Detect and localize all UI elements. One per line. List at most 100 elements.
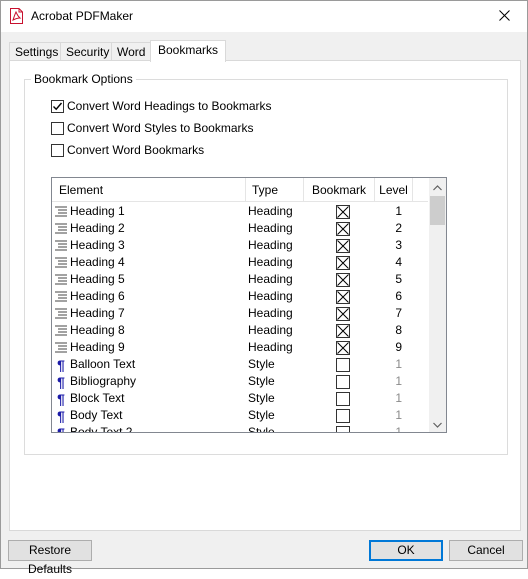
bookmark-elements-list[interactable]: Element Type Bookmark Level Heading 1 Hea… (51, 177, 447, 433)
scroll-up-button[interactable] (429, 178, 446, 195)
type-cell: Heading (248, 204, 293, 218)
list-item[interactable]: Heading 5 Heading 5 (52, 271, 428, 288)
paragraph-icon: ¶ (57, 407, 65, 424)
bookmark-checkbox[interactable] (336, 239, 350, 253)
bookmark-checkbox[interactable] (336, 324, 350, 338)
element-name: Heading 9 (70, 340, 125, 354)
type-cell: Style (248, 357, 275, 371)
type-cell: Style (248, 374, 275, 388)
element-cell: ¶ Body Text 2 (54, 424, 244, 432)
column-header-bookmark[interactable]: Bookmark (304, 178, 375, 202)
level-cell: 1 (395, 357, 402, 371)
list-item[interactable]: ¶ Balloon Text Style 1 (52, 356, 428, 373)
convert-headings-label: Convert Word Headings to Bookmarks (67, 99, 272, 113)
level-cell: 7 (395, 306, 402, 320)
type-cell: Style (248, 408, 275, 422)
element-name: Heading 6 (70, 289, 125, 303)
bookmark-checkbox[interactable] (336, 358, 350, 372)
window-title: Acrobat PDFMaker (31, 9, 134, 23)
bookmark-cell (336, 392, 350, 406)
tab-bookmarks[interactable]: Bookmarks (150, 40, 227, 62)
type-cell: Heading (248, 221, 293, 235)
convert-bookmarks-option[interactable]: Convert Word Bookmarks (51, 142, 204, 158)
bookmark-checkbox[interactable] (336, 341, 350, 355)
heading-icon (55, 325, 67, 336)
restore-defaults-button[interactable]: Restore Defaults (8, 540, 92, 576)
list-item[interactable]: Heading 6 Heading 6 (52, 288, 428, 305)
list-header: Element Type Bookmark Level (52, 178, 428, 202)
convert-styles-checkbox[interactable] (51, 121, 64, 135)
type-cell: Style (248, 425, 275, 433)
heading-icon (55, 257, 67, 268)
list-item[interactable]: ¶ Body Text 2 Style 1 (52, 424, 428, 433)
element-name: Block Text (70, 391, 125, 405)
tab-security[interactable]: Security (60, 42, 116, 61)
element-cell: Heading 4 (54, 254, 244, 271)
chevron-down-icon (433, 417, 442, 431)
column-header-level[interactable]: Level (375, 178, 413, 202)
element-name: Heading 1 (70, 204, 125, 218)
element-cell: Heading 3 (54, 237, 244, 254)
bookmark-checkbox[interactable] (336, 392, 350, 406)
convert-bookmarks-label: Convert Word Bookmarks (67, 143, 205, 157)
tab-word[interactable]: Word (111, 42, 152, 61)
list-item[interactable]: Heading 8 Heading 8 (52, 322, 428, 339)
cancel-button[interactable]: Cancel (449, 540, 523, 561)
convert-headings-checkbox[interactable] (51, 99, 64, 113)
list-item[interactable]: Heading 9 Heading 9 (52, 339, 428, 356)
bookmark-x-icon (337, 291, 349, 303)
list-item[interactable]: ¶ Block Text Style 1 (52, 390, 428, 407)
element-cell: ¶ Body Text (54, 407, 244, 424)
list-item[interactable]: ¶ Body Text Style 1 (52, 407, 428, 424)
ok-button[interactable]: OK (369, 540, 443, 561)
list-item[interactable]: Heading 7 Heading 7 (52, 305, 428, 322)
convert-headings-option[interactable]: Convert Word Headings to Bookmarks (51, 98, 272, 114)
convert-styles-label: Convert Word Styles to Bookmarks (67, 121, 254, 135)
type-cell: Heading (248, 238, 293, 252)
list-item[interactable]: Heading 4 Heading 4 (52, 254, 428, 271)
list-item[interactable]: Heading 1 Heading 1 (52, 203, 428, 220)
paragraph-icon: ¶ (57, 390, 65, 407)
list-item[interactable]: Heading 2 Heading 2 (52, 220, 428, 237)
element-name: Body Text (70, 408, 123, 422)
bookmark-checkbox[interactable] (336, 205, 350, 219)
element-name: Heading 8 (70, 323, 125, 337)
convert-bookmarks-checkbox[interactable] (51, 143, 64, 157)
convert-styles-option[interactable]: Convert Word Styles to Bookmarks (51, 120, 254, 136)
bookmark-x-icon (337, 325, 349, 337)
element-cell: Heading 7 (54, 305, 244, 322)
bookmark-checkbox[interactable] (336, 375, 350, 389)
column-header-type[interactable]: Type (246, 178, 304, 202)
scroll-down-button[interactable] (429, 415, 446, 432)
type-cell: Style (248, 391, 275, 405)
title-bar: Acrobat PDFMaker (1, 1, 527, 32)
bookmark-checkbox[interactable] (336, 409, 350, 423)
list-item[interactable]: ¶ Bibliography Style 1 (52, 373, 428, 390)
bookmark-checkbox[interactable] (336, 307, 350, 321)
bookmark-checkbox[interactable] (336, 222, 350, 236)
bookmark-checkbox[interactable] (336, 273, 350, 287)
scroll-thumb[interactable] (430, 196, 445, 225)
bookmark-checkbox[interactable] (336, 256, 350, 270)
column-header-element[interactable]: Element (52, 178, 246, 202)
level-cell: 3 (395, 238, 402, 252)
level-cell: 6 (395, 289, 402, 303)
element-name: Heading 5 (70, 272, 125, 286)
level-cell: 1 (395, 204, 402, 218)
bookmark-cell (336, 375, 350, 389)
level-cell: 1 (395, 408, 402, 422)
bookmark-cell (336, 222, 350, 236)
tab-settings[interactable]: Settings (9, 42, 65, 61)
pdf-file-icon (10, 8, 23, 24)
level-cell: 2 (395, 221, 402, 235)
bookmark-cell (336, 290, 350, 304)
bookmark-checkbox[interactable] (336, 290, 350, 304)
vertical-scrollbar[interactable] (429, 178, 446, 432)
list-item[interactable]: Heading 3 Heading 3 (52, 237, 428, 254)
close-button[interactable] (481, 1, 527, 32)
bookmark-x-icon (337, 257, 349, 269)
bookmark-cell (336, 324, 350, 338)
list-rows: Heading 1 Heading 1 Heading 2 Heading 2 Headin… (52, 203, 428, 433)
element-cell: Heading 5 (54, 271, 244, 288)
bookmark-checkbox[interactable] (336, 426, 350, 432)
